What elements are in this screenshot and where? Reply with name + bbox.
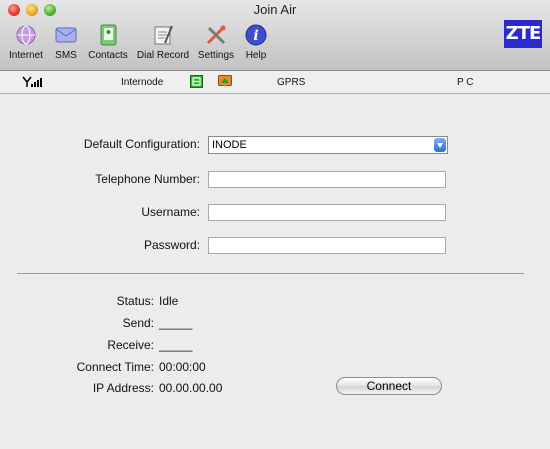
receive-value: _____ <box>159 338 193 352</box>
section-divider <box>17 273 524 274</box>
connection-status-bar: Internode GPRS P C <box>0 71 550 94</box>
connection-mode: P C <box>457 77 474 88</box>
operator-name: Internode <box>121 77 164 88</box>
password-field[interactable] <box>208 237 446 254</box>
title-toolbar: Join Air Internet SMS Contacts Dial Reco… <box>0 0 550 71</box>
send-label: Send: <box>122 316 154 330</box>
main-panel: Default Configuration: INODE Telephone N… <box>0 94 550 449</box>
settings-tools-icon <box>206 25 226 45</box>
toolbar-help-button[interactable]: i Help <box>242 24 270 66</box>
help-info-icon: i <box>245 24 267 46</box>
zte-logo: ZTE <box>504 20 542 48</box>
network-status-icon <box>190 75 203 88</box>
join-air-window: Join Air Internet SMS Contacts Dial Reco… <box>0 0 550 449</box>
toolbar-settings-label: Settings <box>197 50 235 61</box>
connect-time-value: 00:00:00 <box>159 360 206 374</box>
toolbar-internet-button[interactable]: Internet <box>6 24 46 66</box>
toolbar-dial-record-button[interactable]: Dial Record <box>136 24 190 66</box>
username-field[interactable] <box>208 204 446 221</box>
send-value: _____ <box>159 316 193 330</box>
telephone-label: Telephone Number: <box>95 172 200 186</box>
network-type: GPRS <box>277 77 306 88</box>
svg-text:i: i <box>253 28 258 44</box>
password-label: Password: <box>143 238 200 252</box>
dial-record-notepad-icon <box>154 25 173 45</box>
default-config-select[interactable]: INODE <box>208 136 448 154</box>
status-value: Idle <box>159 294 179 308</box>
username-label: Username: <box>141 205 200 219</box>
signal-strength-icon <box>22 76 42 87</box>
ip-address-label: IP Address: <box>92 381 154 395</box>
connect-button[interactable]: Connect <box>336 377 442 395</box>
toolbar-contacts-label: Contacts <box>88 50 128 61</box>
default-config-value: INODE <box>212 139 247 151</box>
toolbar-sms-label: SMS <box>55 50 77 61</box>
connect-time-label: Connect Time: <box>76 360 154 374</box>
toolbar-help-label: Help <box>245 50 267 61</box>
toolbar-contacts-button[interactable]: Contacts <box>87 24 129 66</box>
sms-envelope-icon <box>55 27 77 43</box>
status-label: Status: <box>116 294 154 308</box>
default-config-label: Default Configuration: <box>83 137 200 151</box>
window-title: Join Air <box>253 2 297 17</box>
internet-globe-icon <box>16 25 36 45</box>
chevron-down-icon[interactable] <box>434 138 446 152</box>
telephone-number-field[interactable] <box>208 171 446 188</box>
toolbar-sms-button[interactable]: SMS <box>50 24 82 66</box>
toolbar-internet-label: Internet <box>9 50 43 61</box>
receive-label: Receive: <box>107 338 154 352</box>
toolbar-dial-record-label: Dial Record <box>136 50 190 61</box>
toolbar-settings-button[interactable]: Settings <box>196 24 236 66</box>
contacts-book-icon <box>100 24 117 46</box>
ip-address-value: 00.00.00.00 <box>159 381 223 395</box>
message-status-icon <box>218 75 232 87</box>
